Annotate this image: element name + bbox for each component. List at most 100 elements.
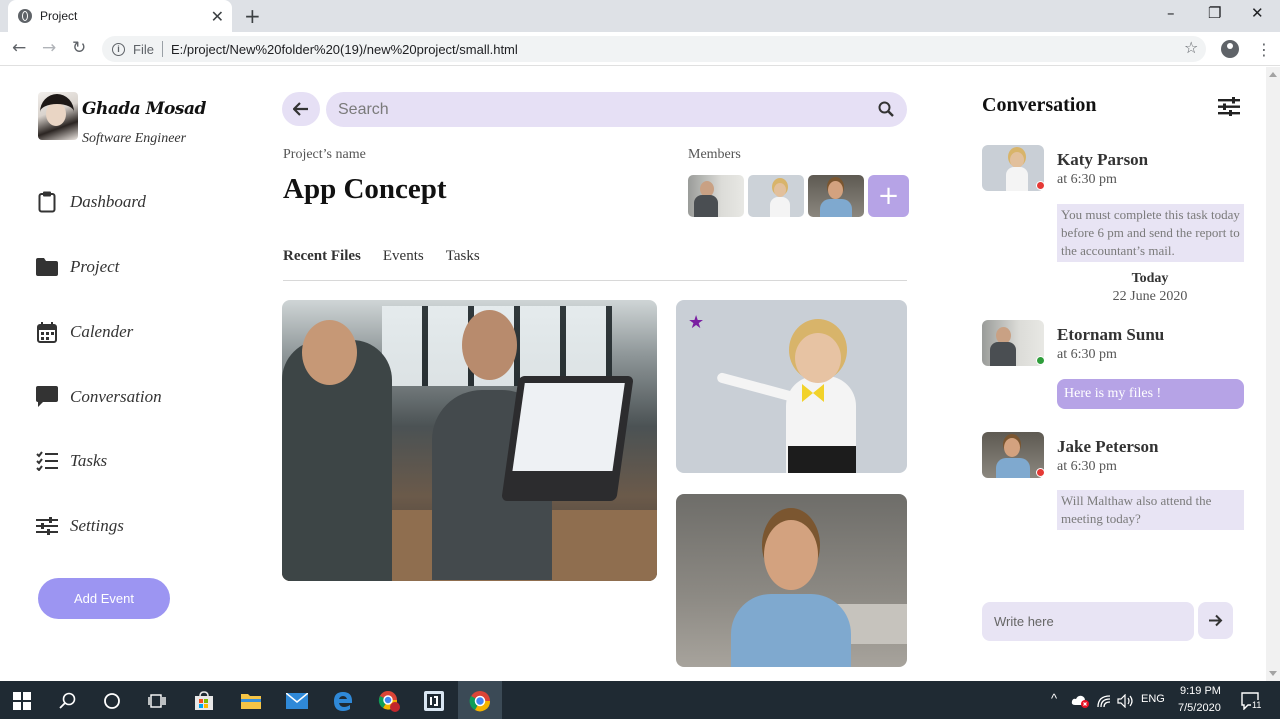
project-title: App Concept [283,173,447,205]
sidebar-item-label: Settings [70,516,124,535]
minimize-button[interactable]: – [1167,4,1175,22]
arrow-right-icon [1209,614,1223,627]
star-icon[interactable]: ★ [688,312,704,333]
chat-icon [36,386,58,408]
member-avatar[interactable] [808,175,864,217]
chrome-icon[interactable] [469,690,491,712]
profile-icon[interactable] [1221,40,1239,58]
url-field[interactable]: i File E:/project/New%20folder%20(19)/ne… [102,36,1206,62]
message-time: at 6:30 pm [1057,172,1117,187]
tab-close-icon[interactable]: ✕ [211,7,224,27]
avatar[interactable] [982,320,1044,366]
date-separator-date: 22 June 2020 [1112,289,1188,304]
scroll-up-icon[interactable] [1269,72,1277,77]
message-sender: Jake Peterson [1057,437,1159,456]
presenter-photo[interactable]: ★ [676,300,907,473]
avatar[interactable] [982,145,1044,191]
editor-app-icon[interactable] [423,690,445,712]
conversation-title: Conversation [982,94,1097,116]
reload-icon[interactable]: ↻ [72,38,86,58]
sidebar-item-settings[interactable]: Settings [36,512,124,540]
member-avatar[interactable] [748,175,804,217]
wifi-icon[interactable] [1094,690,1116,712]
avatar [38,92,78,140]
chevron-up-icon[interactable]: ^ [1051,691,1057,706]
info-icon[interactable]: i [112,42,125,56]
message-bubble: Will Malthaw also attend the meeting tod… [1057,490,1244,530]
edge-icon[interactable] [332,690,354,712]
message-sender: Etornam Sunu [1057,325,1165,344]
cortana-icon[interactable] [101,690,123,712]
windows-start-icon[interactable] [11,690,33,712]
scrollbar[interactable] [1266,67,1280,681]
profile-name: Ghada Mosad [82,99,206,119]
message-bubble: You must complete this task today before… [1057,204,1244,262]
filter-icon[interactable] [1218,97,1240,116]
sidebar-item-label: Project [70,257,120,276]
search-icon[interactable] [878,101,894,117]
add-member-button[interactable]: + [868,175,909,217]
arrow-left-icon [293,102,308,116]
sidebar-item-dashboard[interactable]: Dashboard [36,188,146,216]
divider [161,41,163,57]
message-time: at 6:30 pm [1057,459,1117,474]
members-label: Members [688,147,741,162]
language-indicator[interactable]: ENG [1141,693,1165,705]
message-bubble: Here is my files ! [1057,379,1244,409]
url-text: E:/project/New%20folder%20(19)/new%20pro… [170,41,518,57]
divider [283,280,907,281]
sidebar-item-label: Calender [70,322,134,341]
onedrive-error-icon[interactable] [1070,690,1092,712]
file-tabs: Recent Files Events Tasks [283,248,480,265]
volume-icon[interactable] [1115,690,1137,712]
file-label: File [133,41,154,57]
sidebar-item-label: Conversation [70,387,162,406]
avatar[interactable] [982,432,1044,478]
status-dot [1036,181,1045,190]
file-explorer-icon[interactable] [240,690,262,712]
chrome-mail-icon[interactable] [378,690,400,712]
status-dot [1036,356,1045,365]
forward-arrow-icon[interactable]: → [42,38,56,58]
sidebar-item-calender[interactable]: Calender [36,318,133,346]
sidebar-item-label: Tasks [70,451,108,470]
scroll-down-icon[interactable] [1269,671,1277,676]
maximize-button[interactable]: ❐ [1208,4,1221,22]
message-input[interactable] [982,602,1194,641]
tasks-icon [36,450,58,472]
tab-recent-files[interactable]: Recent Files [283,248,361,265]
sidebar-item-conversation[interactable]: Conversation [36,383,162,411]
clock-date[interactable]: 7/5/2020 [1178,702,1221,714]
search-input[interactable] [326,92,907,127]
page: Ghada Mosad Software Engineer Dashboard … [0,67,1266,681]
task-view-icon[interactable] [146,690,168,712]
back-button[interactable] [282,92,320,126]
message-sender: Katy Parson [1057,150,1149,169]
window-close-button[interactable]: ✕ [1251,4,1264,22]
browser-tab[interactable]: Project ✕ [8,0,232,32]
tab-tasks[interactable]: Tasks [446,248,480,265]
clipboard-icon [36,191,58,213]
store-icon[interactable] [193,690,215,712]
search-icon[interactable] [57,690,79,712]
sidebar-item-tasks[interactable]: Tasks [36,447,107,475]
taskbar: ^ ENG 9:19 PM 7/5/2020 11 [0,681,1280,719]
globe-icon [18,9,32,23]
notification-count: 11 [1251,700,1263,710]
mail-icon[interactable] [286,690,308,712]
back-arrow-icon[interactable]: ← [12,38,26,58]
new-tab-button[interactable]: + [244,4,261,28]
add-event-button[interactable]: Add Event [38,578,170,619]
send-button[interactable] [1198,602,1233,639]
member-avatar[interactable] [688,175,744,217]
profile-role: Software Engineer [82,131,187,146]
tab-title: Project [40,9,78,23]
meeting-photo[interactable] [282,300,657,581]
status-dot [1036,468,1045,477]
man-photo[interactable] [676,494,907,667]
clock-time[interactable]: 9:19 PM [1180,685,1221,697]
tab-events[interactable]: Events [383,248,424,265]
menu-kebab-icon[interactable]: ⋮ [1256,40,1272,59]
bookmark-star-icon[interactable]: ☆ [1184,38,1198,57]
sidebar-item-project[interactable]: Project [36,253,119,281]
